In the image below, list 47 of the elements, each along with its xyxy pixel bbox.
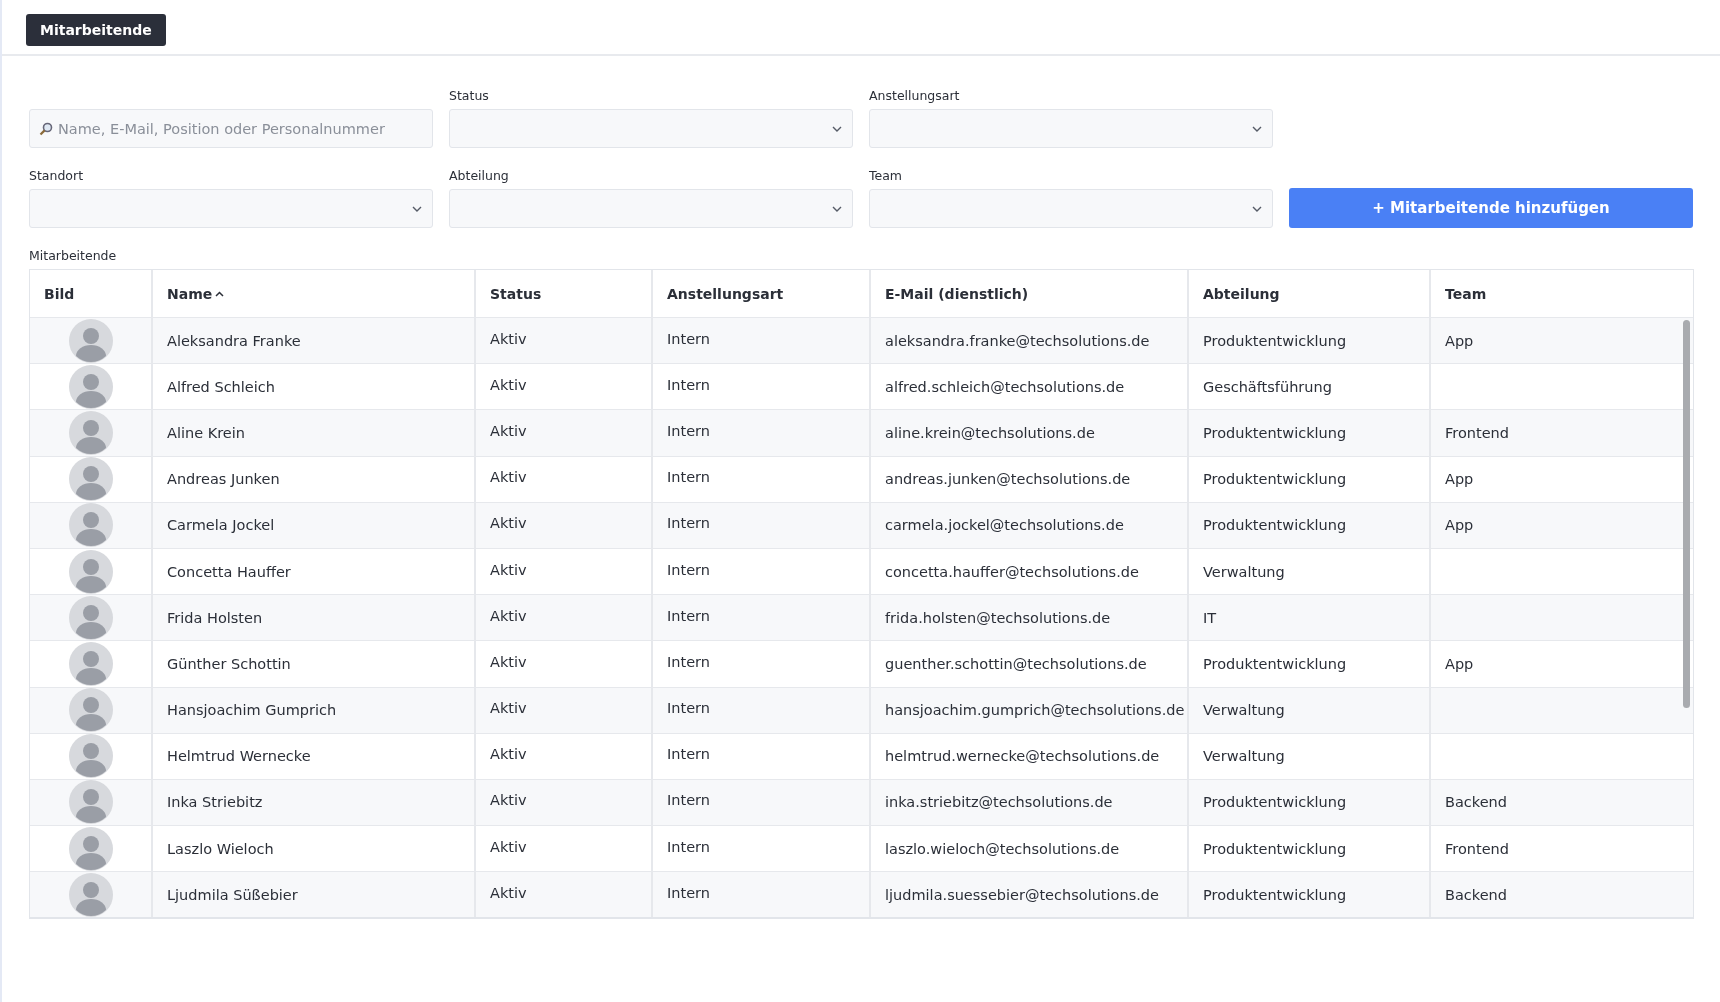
select-field[interactable]: [869, 109, 1273, 148]
add-employee-button[interactable]: + Mitarbeitende hinzufügen: [1289, 188, 1693, 228]
avatar-placeholder: [68, 872, 113, 917]
filter-label: Team: [869, 168, 904, 183]
column-header-label: Abteilung: [1203, 285, 1280, 302]
chevron-down-icon: [832, 205, 842, 212]
column-header-label: Name: [167, 285, 213, 302]
chevron-down-icon: [412, 205, 422, 212]
chevron-down-icon: [1252, 125, 1262, 132]
avatar-placeholder: [68, 826, 113, 871]
column-header[interactable]: Bild: [30, 270, 151, 317]
avatar-placeholder: [68, 318, 113, 363]
filter-label: Abteilung: [449, 168, 510, 183]
table-cell: Backend: [1429, 872, 1693, 918]
filter-label: Status: [449, 88, 490, 103]
avatar-placeholder: [68, 364, 113, 409]
table-cell: Intern: [651, 872, 869, 918]
table-caption: Mitarbeitende: [29, 248, 118, 263]
column-header-label: Team: [1445, 285, 1487, 302]
select-field[interactable]: [449, 189, 853, 228]
avatar-placeholder: [68, 734, 113, 779]
chevron-down-icon: [1252, 205, 1262, 212]
avatar-placeholder: [68, 457, 113, 502]
avatar-placeholder: [68, 503, 113, 548]
avatar-placeholder: [68, 688, 113, 733]
filter-label: Standort: [29, 168, 85, 183]
scrollbar[interactable]: [1683, 320, 1690, 708]
filter-label: Anstellungsart: [869, 88, 961, 103]
avatar-placeholder: [68, 641, 113, 686]
column-header-label: Anstellungsart: [667, 285, 784, 302]
tab[interactable]: Mitarbeitende: [26, 14, 166, 46]
table-cell: Produktentwicklung: [1187, 872, 1429, 918]
column-header-label: E-Mail (dienstlich): [885, 285, 1029, 302]
avatar-placeholder: [68, 549, 113, 594]
select-field[interactable]: [29, 189, 433, 228]
column-header-label: Status: [490, 285, 542, 302]
select-field[interactable]: [449, 109, 853, 148]
avatar-placeholder: [68, 780, 113, 825]
table-cell: Ljudmila Süßebier: [151, 872, 474, 918]
avatar-placeholder: [68, 410, 113, 455]
select-field[interactable]: [869, 189, 1273, 228]
avatar-placeholder: [68, 595, 113, 640]
chevron-down-icon: [832, 125, 842, 132]
table-cell: Aktiv: [474, 872, 651, 918]
column-header-label: Bild: [44, 285, 75, 302]
table-cell: ljudmila.suessebier@techsolutions.de: [869, 872, 1187, 918]
search-field[interactable]: Name, E-Mail, Position oder Personalnummer: [29, 109, 433, 148]
